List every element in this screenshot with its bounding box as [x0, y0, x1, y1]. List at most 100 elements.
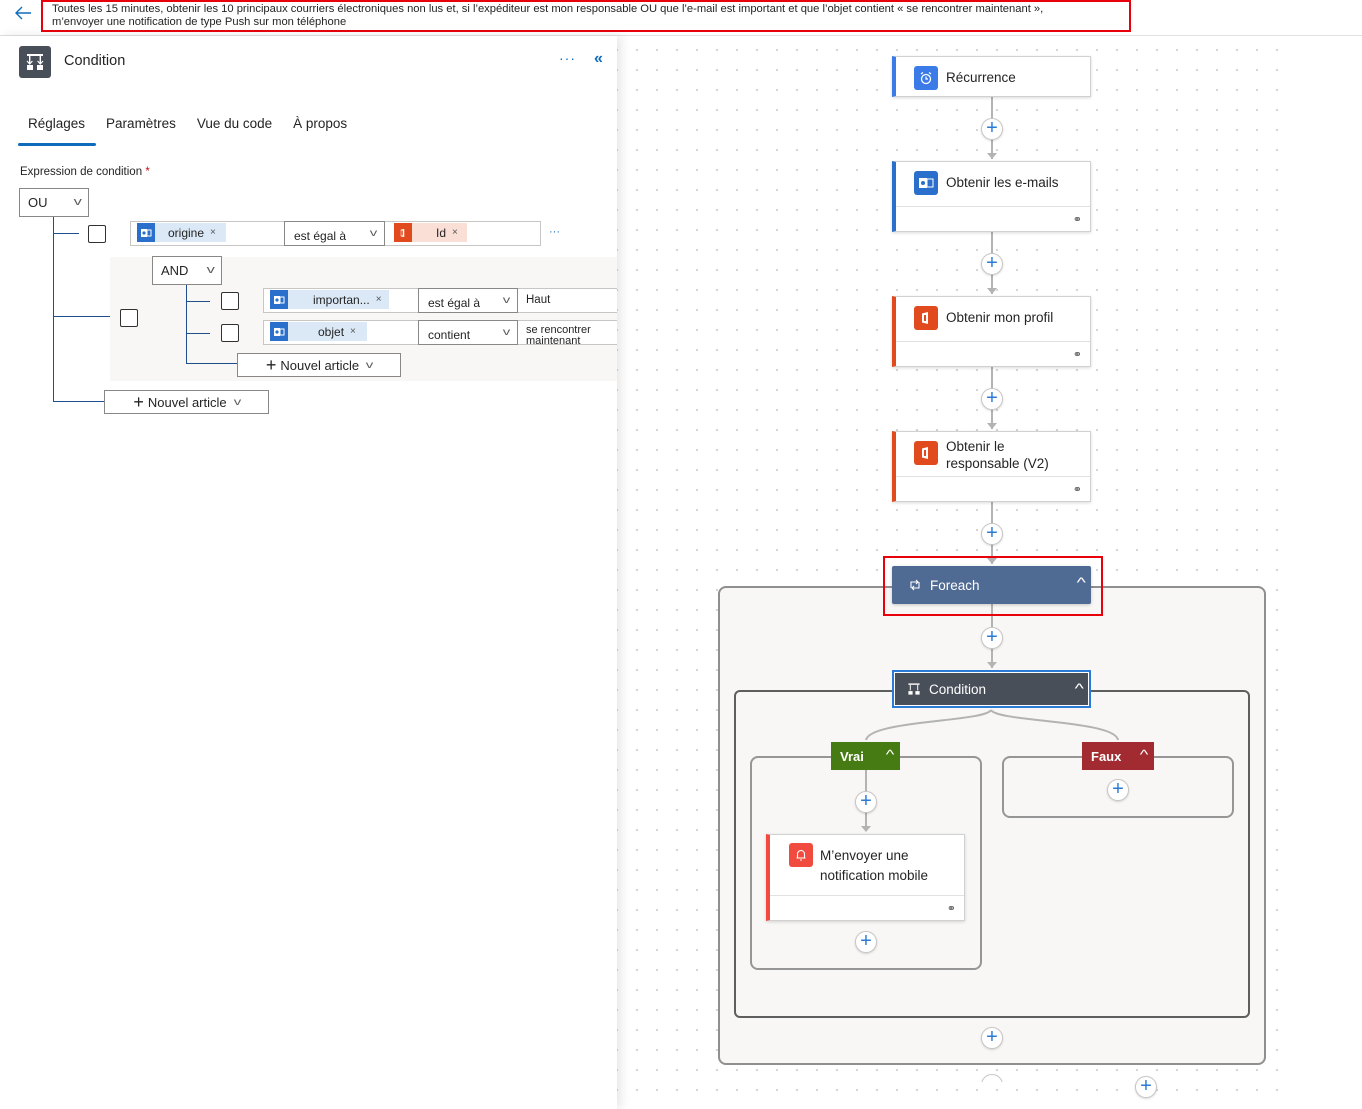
node-get-my-profile[interactable]: Obtenir mon profil ⚭: [892, 296, 1091, 367]
node-recurrence[interactable]: Récurrence: [892, 56, 1091, 97]
chevron-down-icon: v: [369, 228, 378, 239]
origine-token[interactable]: origine ×: [137, 223, 226, 242]
id-token[interactable]: Id ×: [394, 223, 467, 242]
row-checkbox[interactable]: [221, 292, 239, 310]
arrow-icon: [987, 558, 997, 564]
panel-title: Condition: [64, 53, 126, 69]
node-footer: ⚭: [896, 206, 1090, 231]
remove-token-icon[interactable]: ×: [452, 227, 458, 238]
row-checkbox[interactable]: [221, 324, 239, 342]
link-icon: ⚭: [1072, 484, 1082, 496]
branch-label: Vrai: [840, 748, 864, 764]
link-icon: ⚭: [1072, 214, 1082, 226]
group-checkbox[interactable]: [120, 309, 138, 327]
canvas-margin: [1282, 36, 1362, 1109]
add-step-button[interactable]: +: [981, 253, 1003, 275]
expression-label-text: Expression de condition: [20, 166, 143, 178]
group-operator-value: AND: [161, 263, 189, 278]
row-checkbox[interactable]: [88, 225, 106, 243]
arrow-icon: [987, 423, 997, 429]
false-branch-header[interactable]: Faux ^: [1082, 742, 1154, 770]
node-label: Obtenir les e-mails: [946, 175, 1059, 190]
tab-vue-du-code[interactable]: Vue du code: [187, 116, 283, 146]
add-step-button[interactable]: +: [981, 118, 1003, 140]
collapse-caret-icon[interactable]: ^: [1075, 680, 1084, 696]
tree-line: [53, 233, 79, 234]
tree-line: [53, 316, 110, 317]
node-label: Obtenir mon profil: [946, 310, 1054, 325]
chevron-down-icon: v: [233, 396, 241, 408]
collapse-caret-icon[interactable]: ^: [1140, 747, 1149, 762]
link-icon: ⚭: [1072, 349, 1082, 361]
node-condition[interactable]: Condition ^: [892, 670, 1091, 708]
loop-icon: [910, 579, 920, 591]
node-label: Condition: [929, 681, 987, 697]
back-button[interactable]: [14, 4, 38, 26]
node-footer: ⚭: [770, 895, 964, 920]
top-bar: Toutes les 15 minutes, obtenir les 10 pr…: [0, 0, 1362, 36]
link-icon: ⚭: [946, 903, 956, 915]
root-operator-value: OU: [28, 195, 48, 210]
node-label: Récurrence: [946, 70, 1016, 85]
new-item-label: Nouvel article: [147, 394, 227, 410]
arrow-icon: [987, 153, 997, 159]
token-label: importan...: [313, 292, 370, 307]
branch-label: Faux: [1091, 748, 1122, 764]
collapse-caret-icon[interactable]: ^: [886, 747, 895, 762]
alarm-clock-icon: [914, 66, 938, 90]
remove-token-icon[interactable]: ×: [376, 294, 382, 305]
tree-line: [186, 333, 210, 334]
arrow-icon: [987, 662, 997, 668]
root-operator-select[interactable]: OU v: [19, 188, 89, 217]
importance-token[interactable]: importan... ×: [270, 290, 389, 309]
operator-select[interactable]: est égal à v: [284, 221, 385, 246]
node-foreach[interactable]: Foreach ^: [892, 566, 1091, 604]
node-send-mobile-notification[interactable]: M’envoyer une notification mobile ⚭: [766, 834, 965, 921]
tab-parametres[interactable]: Paramètres: [96, 116, 187, 146]
add-step-button[interactable]: +: [1107, 779, 1129, 801]
add-step-button[interactable]: +: [855, 791, 877, 813]
plus-icon: +: [133, 392, 144, 412]
collapse-caret-icon[interactable]: ^: [1077, 574, 1086, 590]
group-operator-select[interactable]: AND v: [152, 256, 222, 285]
node-footer: ⚭: [896, 476, 1090, 501]
add-step-button[interactable]: +: [981, 1027, 1003, 1049]
remove-token-icon[interactable]: ×: [350, 326, 356, 337]
condition-expression-label: Expression de condition *: [20, 166, 150, 178]
tab-a-propos[interactable]: À propos: [283, 116, 358, 146]
true-branch-header[interactable]: Vrai ^: [831, 742, 900, 770]
token-label: objet: [318, 324, 345, 339]
add-step-button[interactable]: +: [1135, 1076, 1157, 1098]
add-step-button[interactable]: +: [981, 523, 1003, 545]
value-field[interactable]: se rencontrer maintenant: [521, 321, 611, 347]
operator-select[interactable]: contient v: [418, 320, 518, 345]
group-new-item-button[interactable]: + Nouvel article v: [237, 353, 401, 377]
remove-token-icon[interactable]: ×: [210, 227, 216, 238]
outlook-icon: [137, 223, 155, 242]
chevron-down-icon: v: [206, 264, 215, 276]
add-step-button[interactable]: +: [981, 627, 1003, 649]
collapse-panel-button[interactable]: «: [594, 50, 603, 68]
operator-select[interactable]: est égal à v: [418, 288, 518, 313]
node-get-emails[interactable]: Obtenir les e-mails ⚭: [892, 161, 1091, 232]
banner-line-2: m’envoyer une notification de type Push …: [52, 16, 347, 28]
new-item-button[interactable]: + Nouvel article v: [104, 390, 269, 414]
tree-line: [186, 285, 187, 363]
chevron-down-icon: v: [73, 196, 82, 208]
tree-line: [186, 363, 238, 364]
required-marker: *: [145, 166, 150, 178]
tab-reglages[interactable]: Réglages: [18, 116, 97, 146]
node-label: Obtenir le responsable (V2): [946, 439, 1049, 471]
add-step-button[interactable]: +: [981, 388, 1003, 410]
row-more-button[interactable]: ···: [549, 226, 560, 238]
objet-token[interactable]: objet ×: [270, 322, 367, 341]
tree-line: [186, 301, 210, 302]
outlook-icon: [270, 322, 288, 341]
node-label: M’envoyer une notification mobile: [820, 848, 929, 883]
more-options-button[interactable]: ···: [559, 50, 576, 66]
value-field[interactable]: Haut: [521, 290, 550, 315]
add-step-button[interactable]: +: [855, 931, 877, 953]
tree-line: [53, 401, 105, 402]
node-get-manager[interactable]: Obtenir le responsable (V2) ⚭: [892, 431, 1091, 502]
office-icon: [914, 441, 938, 465]
